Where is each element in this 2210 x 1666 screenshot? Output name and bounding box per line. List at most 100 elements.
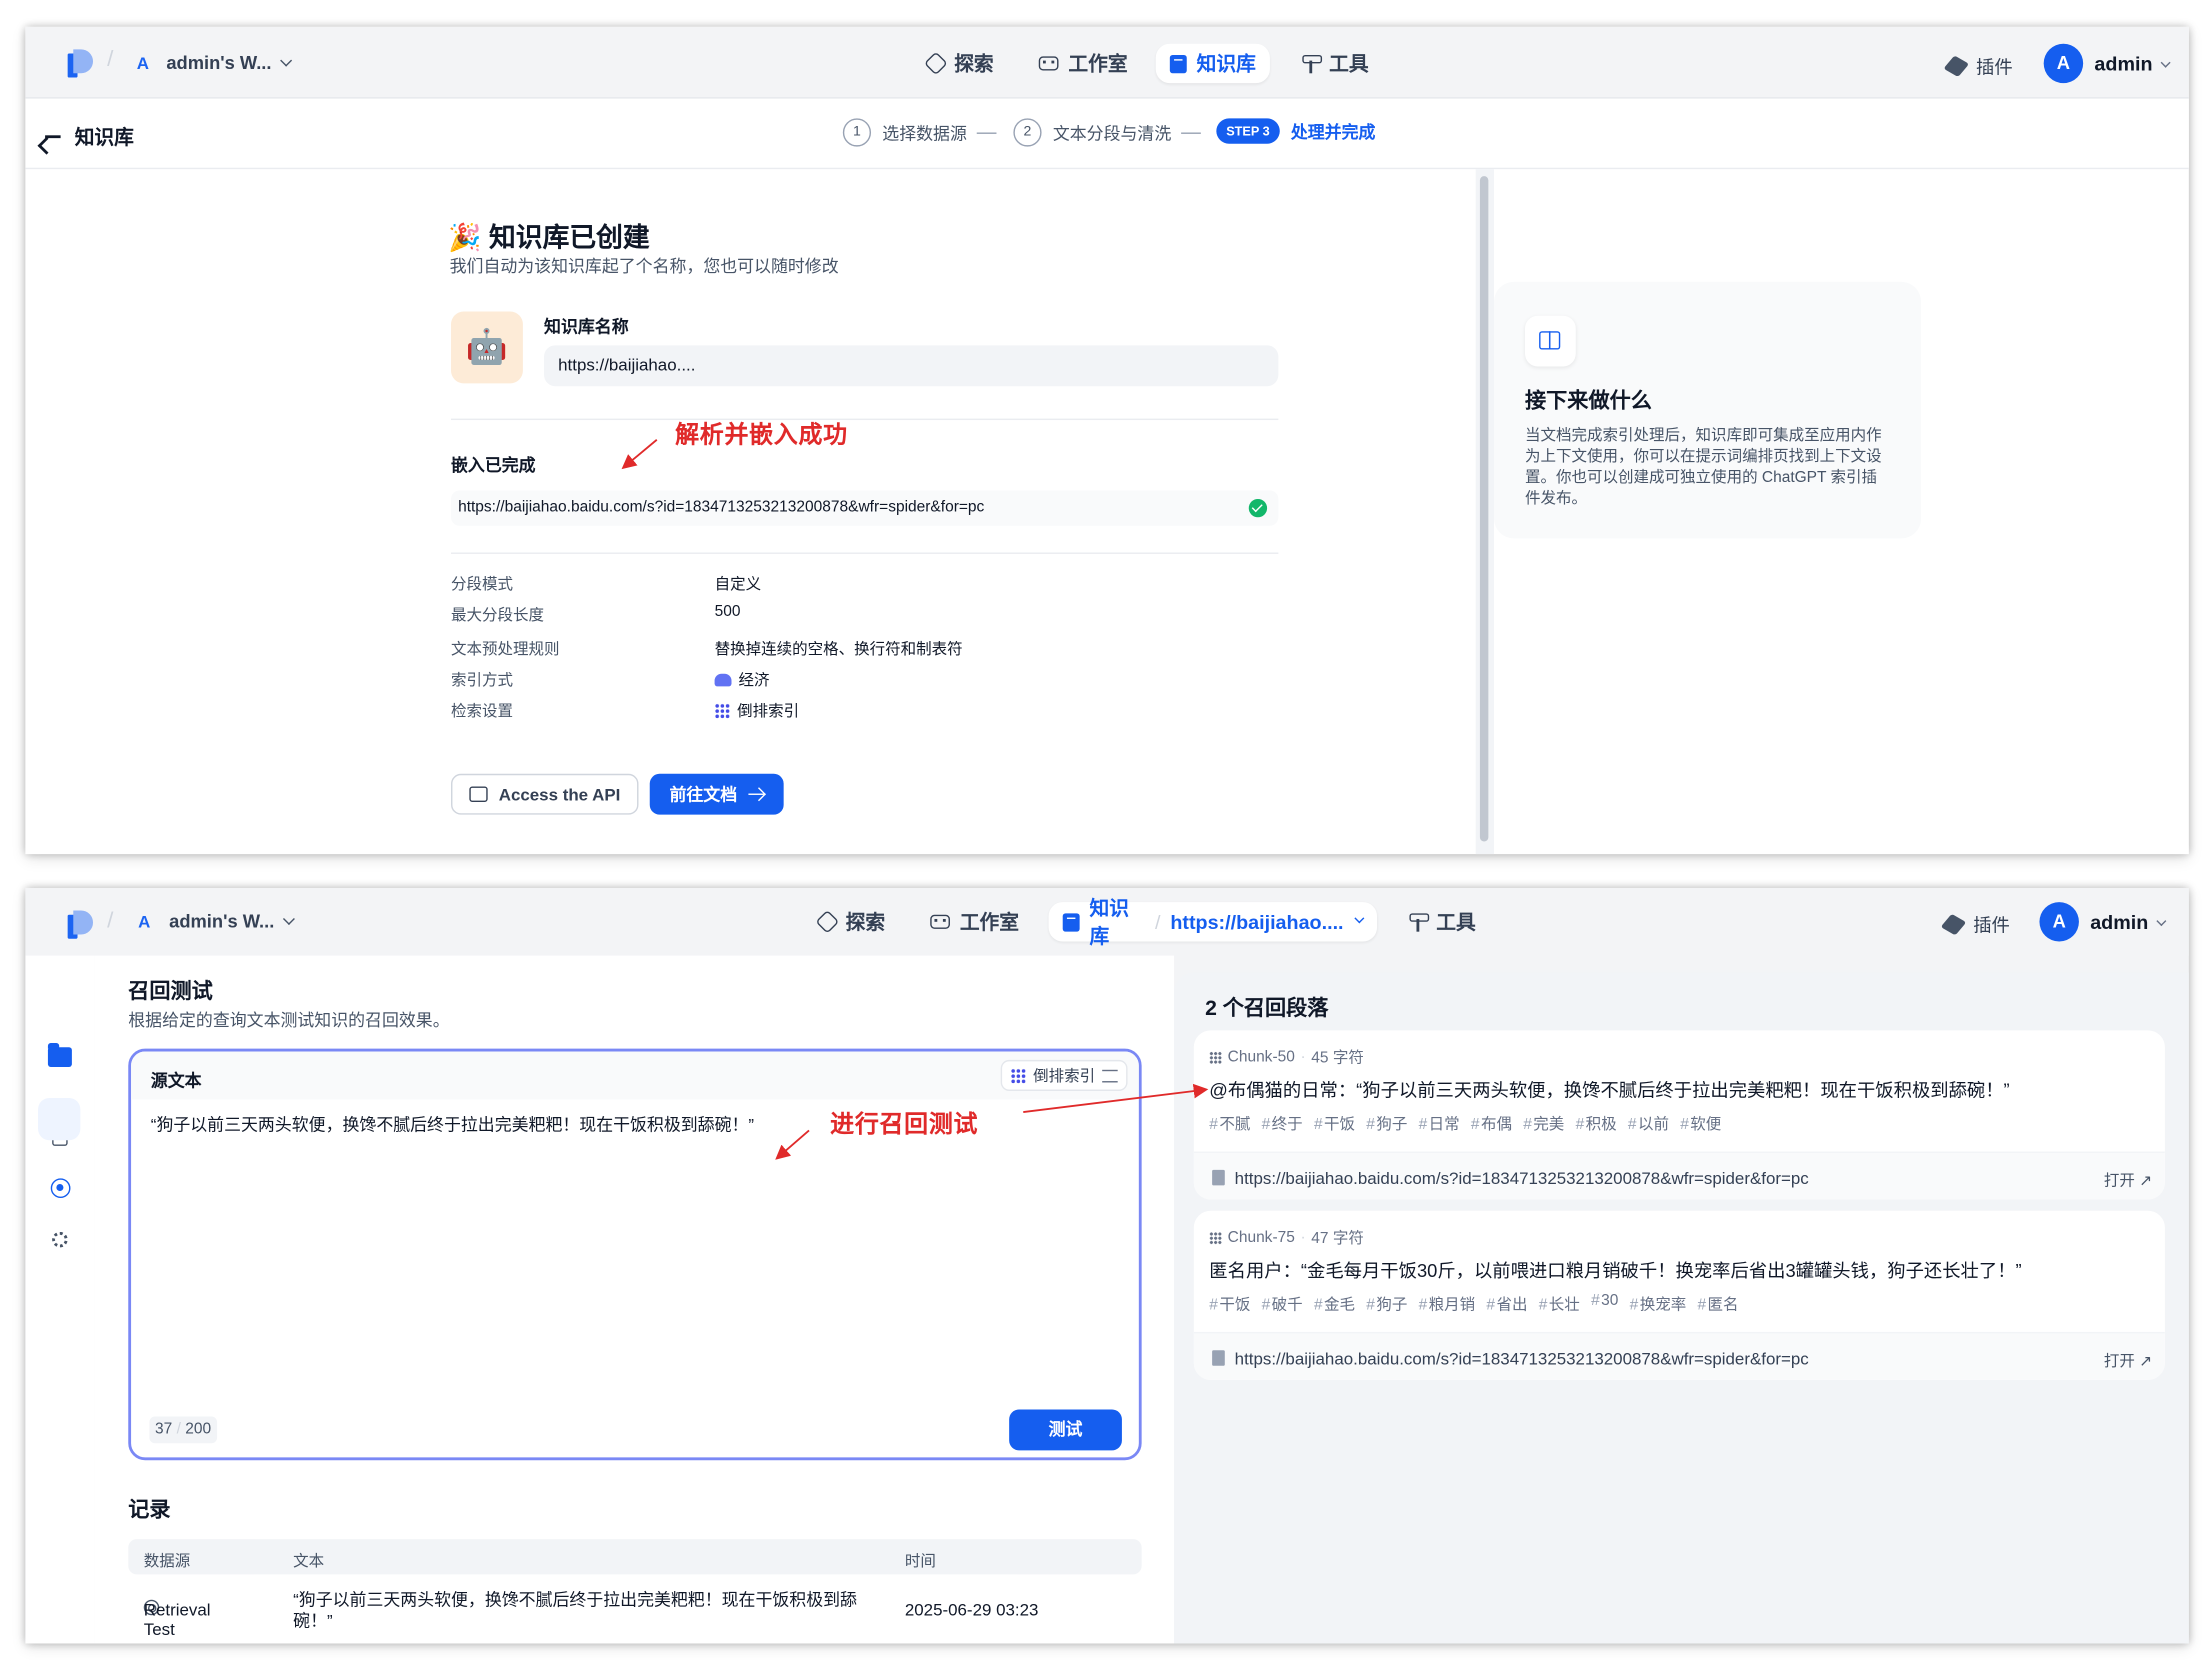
piggy-bank-icon [714, 673, 732, 686]
title-text: 知识库已创建 [489, 224, 650, 254]
open-link[interactable]: 打开 ↗ [2104, 1168, 2152, 1191]
keyword-tag: 终于 [1262, 1112, 1303, 1135]
test-button[interactable]: 测试 [1009, 1409, 1122, 1451]
keyword-tag: 换宠率 [1630, 1292, 1687, 1315]
nav-label: 工作室 [1068, 52, 1128, 75]
sidebar-item-retrieval[interactable] [38, 1097, 81, 1141]
avatar[interactable]: A [2039, 902, 2079, 942]
workspace-switcher[interactable]: admin's W... [169, 911, 295, 932]
nav-knowledge[interactable]: 知识库 / https://baijiahao.... [1048, 896, 1378, 947]
book-icon [1062, 912, 1080, 931]
step-number: STEP 3 [1216, 118, 1280, 144]
keyword-tag: 以前 [1628, 1112, 1669, 1135]
records-table: 数据源 文本 时间 Retrieval Test “狗子以前三天两头软便，换馋不… [128, 1539, 1142, 1643]
retrieval-test-window: / A admin's W... 探索 工作室 知识库 / https://baij… [25, 887, 2189, 1644]
nav-studio[interactable]: 工作室 [916, 902, 1033, 941]
file-icon [1212, 1350, 1225, 1366]
column-header: 数据源 [143, 1553, 191, 1571]
source-label: 源文本 [150, 1071, 202, 1091]
grip-icon [1209, 1231, 1222, 1244]
workspace-switcher[interactable]: admin's W... [166, 52, 292, 73]
embedded-doc-row: https://baijiahao.baidu.com/s?id=1834713… [451, 490, 1279, 526]
keyword-tag: 干饭 [1314, 1112, 1355, 1135]
gear-icon[interactable] [52, 1231, 68, 1248]
button-label: 前往文档 [669, 785, 738, 805]
step-bar: 知识库 1 选择数据源 2 文本分段与清洗 STEP 3 处理并完成 [25, 98, 2189, 170]
back-label: 知识库 [74, 125, 134, 148]
chevron-down-icon [282, 913, 295, 925]
plugin-label: 插件 [1973, 914, 2010, 936]
user-name: admin [2090, 910, 2149, 934]
record-time: 2025-06-29 03:23 [904, 1599, 1039, 1620]
back-button[interactable]: 知识库 [45, 123, 134, 151]
plugin-button[interactable]: 插件 [1940, 911, 2010, 938]
setting-value-text: 倒排索引 [737, 703, 800, 721]
setting-key: 最大分段长度 [451, 607, 545, 625]
tool-icon [1302, 54, 1323, 73]
folder-icon[interactable] [47, 1043, 72, 1067]
keyword-tag: 布偶 [1471, 1112, 1512, 1135]
keyword-tag: 省出 [1486, 1292, 1527, 1315]
embed-label: 嵌入已完成 [451, 455, 536, 475]
scrollbar[interactable] [1475, 169, 1495, 855]
nav-tools[interactable]: 工具 [1395, 902, 1489, 941]
nav-explore[interactable]: 探索 [805, 902, 899, 941]
chunk-tags: 干饭破千金毛狗子粮月销省出长壮 30 换宠率匿名 [1209, 1292, 1738, 1315]
step-label: 处理并完成 [1290, 121, 1376, 142]
chunk-text: @布偶猫的日常：“狗子以前三天两头软便，换馋不腻后终于拉出完美粑粑！现在干饭积极… [1209, 1079, 2010, 1101]
scrollbar-thumb[interactable] [1479, 176, 1489, 842]
chunk-source: https://baijiahao.baidu.com/s?id=1834713… [1193, 1151, 2165, 1200]
setting-key: 检索设置 [451, 703, 514, 721]
keyword-tag: 不腻 [1209, 1112, 1250, 1135]
dataset-avatar[interactable]: 🤖 [451, 311, 523, 384]
nav-explore[interactable]: 探索 [913, 44, 1007, 83]
keyword-tag: 破千 [1262, 1292, 1303, 1315]
chevron-down-icon [1354, 912, 1365, 923]
keyword-tag: 软便 [1680, 1112, 1721, 1135]
goto-document-button[interactable]: 前往文档 [649, 773, 784, 815]
annotation-run-test: 进行召回测试 [830, 1110, 979, 1138]
explore-icon [815, 909, 840, 934]
open-link[interactable]: 打开 ↗ [2104, 1349, 2152, 1372]
app-logo[interactable] [67, 910, 94, 939]
grid-icon [714, 702, 731, 719]
avatar[interactable]: A [2043, 43, 2084, 84]
step-1: 1 选择数据源 [842, 118, 967, 147]
retrieval-subtitle: 根据给定的查询文本测试知识的召回效果。 [128, 1010, 450, 1031]
robot-icon [930, 914, 950, 929]
retrieval-mode-button[interactable]: 倒排索引 [1000, 1059, 1128, 1091]
table-row[interactable]: Retrieval Test “狗子以前三天两头软便，换馋不腻后终于拉出完美粑粑… [128, 1574, 1141, 1643]
table-header: 数据源 文本 时间 [128, 1539, 1142, 1575]
char-count: 37 [155, 1420, 173, 1438]
dataset-crumb[interactable]: https://baijiahao.... [1170, 911, 1343, 934]
query-textarea[interactable]: “狗子以前三天两头软便，换馋不腻后终于拉出完美粑粑！现在干饭积极到舔碗！” [151, 1112, 754, 1136]
app-logo[interactable] [67, 49, 94, 78]
knowledge-created-window: / A admin's W... 探索 工作室 知识库 工具 插件 A admi… [25, 26, 2189, 855]
meta-sep: · [1300, 1048, 1306, 1066]
nav-knowledge[interactable]: 知识库 [1155, 43, 1270, 84]
name-label: 知识库名称 [544, 317, 629, 337]
dataset-sidebar [25, 955, 95, 1644]
user-menu[interactable]: admin [2090, 910, 2167, 934]
crumb-divider: / [1154, 910, 1161, 934]
access-api-button[interactable]: Access the API [451, 773, 639, 815]
page-title: 🎉 知识库已创建 [448, 217, 650, 255]
nav-tools[interactable]: 工具 [1288, 44, 1382, 83]
step-3: STEP 3 处理并完成 [1216, 118, 1376, 144]
step-2: 2 文本分段与清洗 [1013, 118, 1171, 147]
check-circle-icon [1248, 498, 1268, 518]
user-menu[interactable]: admin [2094, 52, 2171, 75]
user-name: admin [2094, 52, 2153, 75]
results-title: 2 个召回段落 [1205, 996, 1329, 1021]
record-text-line: 碗！” [293, 1611, 333, 1631]
record-text-line: “狗子以前三天两头软便，换馋不腻后终于拉出完美粑粑！现在干饭积极到舔 [293, 1589, 857, 1610]
source-text-box[interactable]: 源文本 倒排索引 “狗子以前三天两头软便，换馋不腻后终于拉出完美粑粑！现在干饭积… [128, 1048, 1142, 1461]
result-chunk[interactable]: Chunk-75 · 47 字符 匿名用户：“金毛每月干饭30斤，以前喂进口粮月… [1193, 1210, 2165, 1380]
plugin-button[interactable]: 插件 [1943, 52, 2013, 79]
record-text: “狗子以前三天两头软便，换馋不腻后终于拉出完美粑粑！现在干饭积极到舔 碗！” [293, 1589, 885, 1631]
result-chunk[interactable]: Chunk-50 · 45 字符 @布偶猫的日常：“狗子以前三天两头软便，换馋不… [1193, 1030, 2165, 1200]
nav-label: 探索 [845, 910, 886, 934]
dataset-name-input[interactable]: https://baijiahao.... [544, 345, 1279, 387]
meta-sep: · [1300, 1229, 1306, 1246]
nav-studio[interactable]: 工作室 [1025, 44, 1142, 83]
